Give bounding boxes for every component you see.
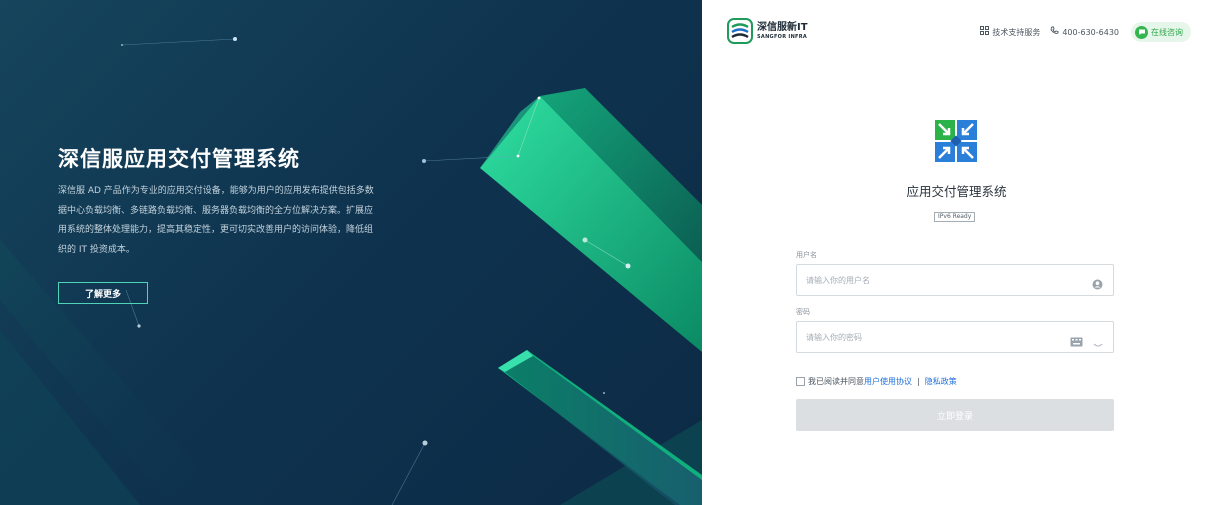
keyboard-icon[interactable] [1070, 332, 1083, 351]
consult-label: 在线咨询 [1151, 27, 1183, 37]
user-icon [1092, 275, 1103, 294]
phone-link[interactable]: 400-630-6430 [1050, 26, 1119, 38]
support-label: 技术支持服务 [992, 27, 1041, 37]
phone-number: 400-630-6430 [1062, 27, 1119, 37]
brand-logo-icon [727, 18, 753, 44]
topbar: 技术支持服务 400-630-6430 在线咨询 [970, 22, 1191, 42]
learn-more-button[interactable]: 了解更多 [58, 282, 148, 304]
app-title: 应用交付管理系统 [906, 184, 1007, 199]
agree-checkbox[interactable] [796, 377, 805, 386]
agree-text: 我已阅读并同意 [808, 377, 864, 386]
chat-icon [1135, 25, 1148, 39]
eye-closed-icon[interactable] [1093, 334, 1103, 353]
brand-name: 深信服新IT [757, 21, 808, 33]
brand[interactable]: 深信服新IT SANGFOR INFRA [727, 18, 808, 44]
agreement-row: 我已阅读并同意 用户使用协议 | 隐私政策 [796, 376, 957, 387]
password-input[interactable] [797, 322, 1057, 352]
link-separator: | [917, 377, 920, 386]
login-panel: 深信服新IT SANGFOR INFRA 技术支持服务 400-630-6430… [702, 0, 1211, 505]
username-input[interactable] [797, 265, 1057, 295]
phone-icon [1050, 26, 1059, 38]
hero-title: 深信服应用交付管理系统 [58, 147, 300, 171]
app-logo-icon [935, 120, 977, 162]
user-agreement-link[interactable]: 用户使用协议 [864, 376, 912, 387]
brand-subtitle: SANGFOR INFRA [757, 33, 808, 40]
login-button[interactable]: 立即登录 [796, 399, 1114, 431]
privacy-policy-link[interactable]: 隐私政策 [925, 376, 957, 387]
username-label: 用户名 [796, 251, 817, 259]
username-field[interactable] [796, 264, 1114, 296]
ipv6-badge: IPv6 Ready [934, 212, 976, 222]
online-consult-button[interactable]: 在线咨询 [1131, 22, 1191, 42]
support-link[interactable]: 技术支持服务 [980, 26, 1040, 38]
grid-icon [980, 26, 990, 38]
password-field[interactable] [796, 321, 1114, 353]
hero-description: 深信服 AD 产品作为专业的应用交付设备，能够为用户的应用发布提供包括多数据中心… [58, 186, 374, 255]
hero-panel: 深信服应用交付管理系统 深信服 AD 产品作为专业的应用交付设备，能够为用户的应… [0, 0, 702, 505]
password-label: 密码 [796, 308, 810, 316]
